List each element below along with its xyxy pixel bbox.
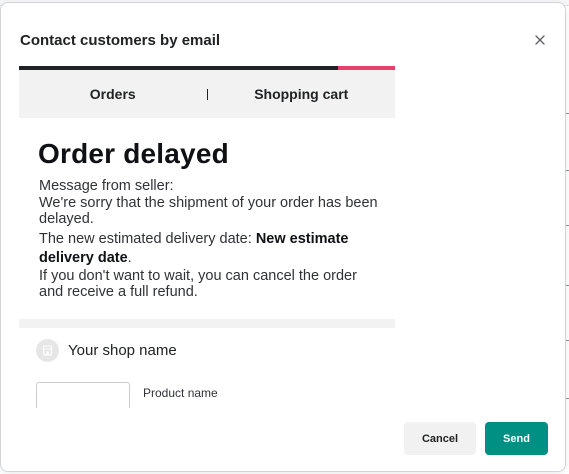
message-apology: We're sorry that the shipment of your or… (39, 194, 378, 228)
email-heading: Order delayed (38, 138, 229, 169)
close-icon (535, 35, 545, 45)
message-intro: Message from seller: (39, 178, 174, 194)
modal-title: Contact customers by email (20, 32, 221, 49)
shop-avatar (36, 339, 59, 362)
tab-orders[interactable]: Orders (19, 86, 207, 102)
product-name: Product name (143, 386, 218, 400)
shop-name: Your shop name (68, 342, 177, 359)
delivery-date-line: The new estimated delivery date: New est… (39, 230, 384, 268)
delivery-date-suffix: . (127, 249, 132, 266)
email-nav: Orders Shopping cart (19, 70, 395, 118)
message-cancel-info: If you don't want to wait, you can cance… (39, 267, 357, 301)
email-body: Message from seller: We're sorry that th… (39, 178, 384, 301)
send-button[interactable]: Send (485, 422, 548, 455)
email-preview: Orders Shopping cart Order delayed Messa… (19, 66, 395, 408)
close-button[interactable] (529, 29, 551, 51)
cancel-button[interactable]: Cancel (404, 422, 476, 455)
tab-shopping-cart[interactable]: Shopping cart (208, 86, 396, 102)
product-image (36, 382, 130, 408)
delivery-date-label: The new estimated delivery date: (39, 230, 252, 247)
contact-customers-modal: Contact customers by email Orders Shoppi… (0, 2, 566, 472)
store-icon (42, 345, 53, 356)
section-divider (19, 319, 395, 328)
